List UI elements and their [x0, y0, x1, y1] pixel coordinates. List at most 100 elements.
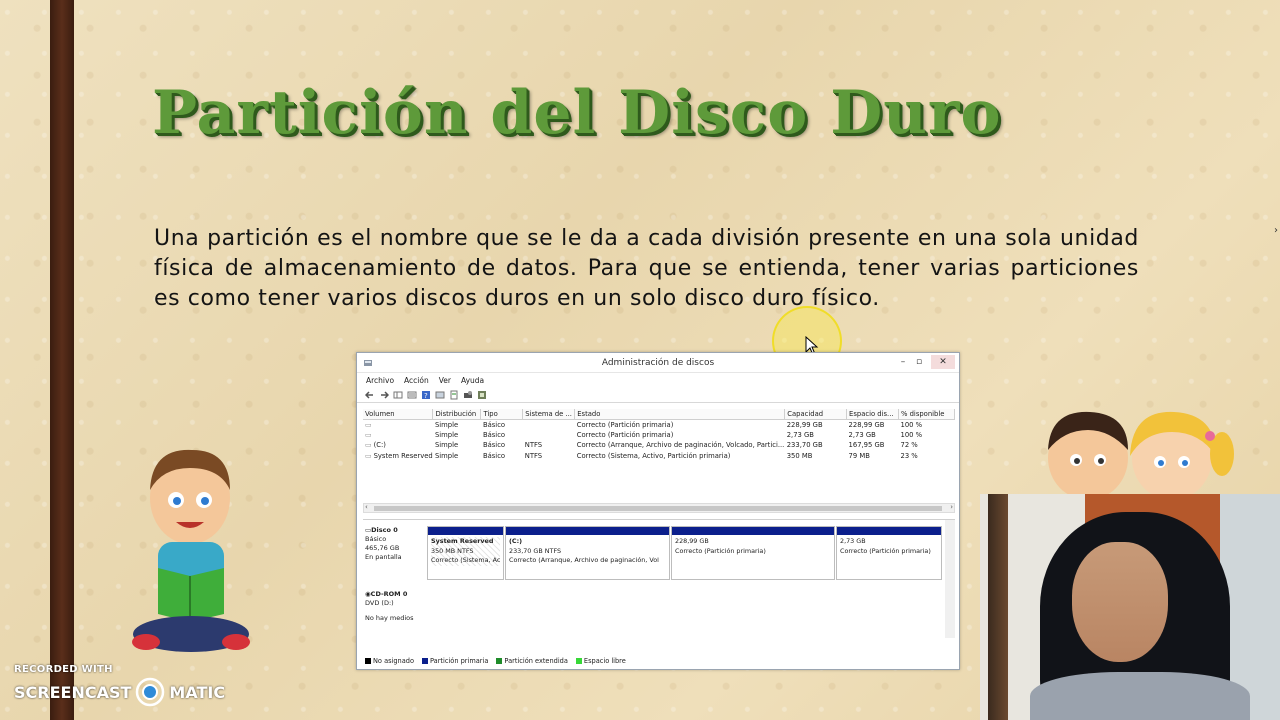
toolbar: ? — [357, 387, 959, 403]
maximize-button[interactable]: ▫ — [911, 355, 927, 369]
menu-ver[interactable]: Ver — [439, 376, 451, 385]
minimize-button[interactable]: – — [895, 355, 911, 369]
type-cell: Básico — [482, 430, 506, 439]
partition-primary-2gb[interactable]: 2,73 GB Correcto (Partición primaria) — [836, 526, 942, 580]
check-disk-icon[interactable] — [463, 390, 473, 400]
window-titlebar[interactable]: Administración de discos – ▫ ✕ — [357, 353, 959, 373]
back-arrow-icon[interactable] — [365, 390, 375, 400]
disk0-label[interactable]: ▭Disco 0 Básico 465,76 GB En pantalla — [365, 526, 425, 562]
menu-archivo[interactable]: Archivo — [366, 376, 394, 385]
menu-ayuda[interactable]: Ayuda — [461, 376, 484, 385]
presenter-face — [1072, 542, 1168, 662]
forward-arrow-icon[interactable] — [379, 390, 389, 400]
column-header[interactable]: Estado — [574, 409, 786, 420]
type-cell: Básico — [482, 451, 506, 460]
table-row[interactable]: ▭ Simple Básico Correcto (Partición prim… — [363, 419, 955, 430]
menu-accion[interactable]: Acción — [404, 376, 429, 385]
window-title: Administración de discos — [601, 358, 715, 368]
volume-icon: ▭ — [365, 420, 372, 429]
percent-free-cell: 100 % — [900, 420, 923, 429]
free-space-cell: 2,73 GB — [848, 430, 876, 439]
table-row[interactable]: ▭ (C:) Simple Básico NTFS Correcto (Arra… — [363, 440, 955, 451]
volume-icon: ▭ — [365, 430, 372, 439]
rescan-icon[interactable] — [449, 390, 459, 400]
volume-icon: ▭ — [365, 451, 374, 460]
layout-cell: Simple — [434, 441, 459, 450]
partition-c-drive[interactable]: (C:) 233,70 GB NTFS Correcto (Arranque, … — [505, 526, 670, 580]
close-button[interactable]: ✕ — [931, 355, 955, 369]
partition-primary-228gb[interactable]: 228,99 GB Correcto (Partición primaria) — [671, 526, 835, 580]
column-header[interactable]: Volumen — [363, 409, 434, 420]
cdrom-name: CD-ROM 0 — [370, 590, 408, 598]
console-tree-icon[interactable] — [393, 390, 403, 400]
capacity-cell: 350 MB — [786, 451, 813, 460]
slide-title: Partición del Disco Duro — [152, 78, 1002, 148]
disk-graphical-view: ▭Disco 0 Básico 465,76 GB En pantalla Sy… — [363, 519, 955, 638]
status-cell: Correcto (Arranque, Archivo de paginació… — [576, 441, 785, 450]
column-header[interactable]: Sistema de ... — [522, 409, 576, 420]
partition-size: 233,70 GB NTFS — [509, 546, 562, 555]
capacity-cell: 2,73 GB — [786, 430, 814, 439]
disk0-status: En pantalla — [365, 553, 402, 561]
volume-cell: ▭ System Reserved — [365, 451, 433, 460]
layout-cell: Simple — [434, 451, 459, 460]
scroll-left-icon[interactable]: ‹ — [365, 503, 368, 511]
layout-cell: Simple — [434, 430, 459, 439]
legend-item: Partición extendida — [496, 657, 568, 665]
status-cell: Correcto (Sistema, Activo, Partición pri… — [576, 451, 731, 460]
scrollbar-thumb[interactable] — [374, 506, 942, 511]
reading-boy-illustration — [132, 449, 250, 652]
percent-free-cell: 100 % — [900, 430, 923, 439]
watermark-brand-right: MATIC — [169, 682, 226, 702]
percent-free-cell: 72 % — [900, 441, 918, 450]
volume-cell: ▭ — [363, 430, 433, 441]
column-header[interactable]: Espacio dis... — [846, 409, 899, 420]
status-cell: Correcto (Partición primaria) — [576, 420, 674, 429]
filesystem-cell — [523, 419, 575, 430]
webcam-overlay — [980, 494, 1280, 720]
legend-item: Espacio libre — [575, 657, 626, 665]
column-header[interactable]: Capacidad — [784, 409, 848, 420]
partition-system-reserved[interactable]: System Reserved 350 MB NTFS Correcto (Si… — [427, 526, 504, 580]
table-row[interactable]: ▭ System Reserved Simple Básico NTFS Cor… — [363, 451, 955, 462]
scroll-right-icon[interactable]: › — [950, 503, 953, 511]
kids-illustration — [1048, 411, 1234, 498]
column-header[interactable]: Distribución — [432, 409, 482, 420]
menu-bar: Archivo Acción Ver Ayuda — [357, 373, 959, 387]
screencast-watermark: RECORDED WITH SCREENCAST MATIC — [14, 664, 225, 707]
partition-size: 2,73 GB — [840, 537, 866, 545]
view-icon[interactable] — [435, 390, 445, 400]
volume-cell: ▭ (C:) — [365, 441, 386, 450]
column-header[interactable]: % disponible — [898, 409, 955, 420]
vertical-scrollbar[interactable] — [945, 520, 955, 638]
horizontal-scrollbar[interactable]: ‹ › — [363, 503, 955, 513]
watermark-recorded-text: RECORDED WITH — [14, 664, 113, 675]
partition-size: 350 MB NTFS — [431, 546, 474, 555]
column-header[interactable]: Tipo — [480, 409, 524, 420]
legend-item: No asignado — [365, 657, 414, 665]
partition-status: Correcto (Partición primaria) — [840, 546, 931, 555]
filesystem-cell: NTFS — [524, 451, 543, 460]
partition-name: (C:) — [509, 537, 523, 545]
table-header-row: Volumen Distribución Tipo Sistema de ...… — [363, 409, 955, 420]
filesystem-cell — [523, 430, 575, 441]
properties-list-icon[interactable] — [407, 390, 417, 400]
partition-status: Correcto (Sistema, Ac — [431, 556, 501, 564]
partition-status: Correcto (Arranque, Archivo de paginació… — [509, 556, 659, 564]
table-row[interactable]: ▭ Simple Básico Correcto (Partición prim… — [363, 430, 955, 441]
cdrom-label[interactable]: ◉CD-ROM 0 DVD (D:) No hay medios — [365, 590, 425, 623]
capacity-cell: 233,70 GB — [786, 441, 823, 450]
legend-item: Partición primaria — [422, 657, 488, 665]
legend: No asignado Partición primaria Partición… — [365, 657, 626, 665]
cdrom-status: No hay medios — [365, 614, 414, 622]
screencast-logo-icon — [136, 677, 165, 707]
layout-cell: Simple — [434, 420, 459, 429]
edge-artifacts: › — [1274, 225, 1278, 236]
percent-free-cell: 23 % — [900, 451, 918, 460]
svg-text:?: ? — [424, 392, 428, 400]
volume-icon: ▭ — [365, 441, 374, 450]
free-space-cell: 79 MB — [848, 451, 870, 460]
help-icon[interactable]: ? — [421, 390, 431, 400]
disk-management-window[interactable]: Administración de discos – ▫ ✕ Archivo A… — [356, 352, 960, 670]
settings-icon[interactable] — [477, 390, 487, 400]
